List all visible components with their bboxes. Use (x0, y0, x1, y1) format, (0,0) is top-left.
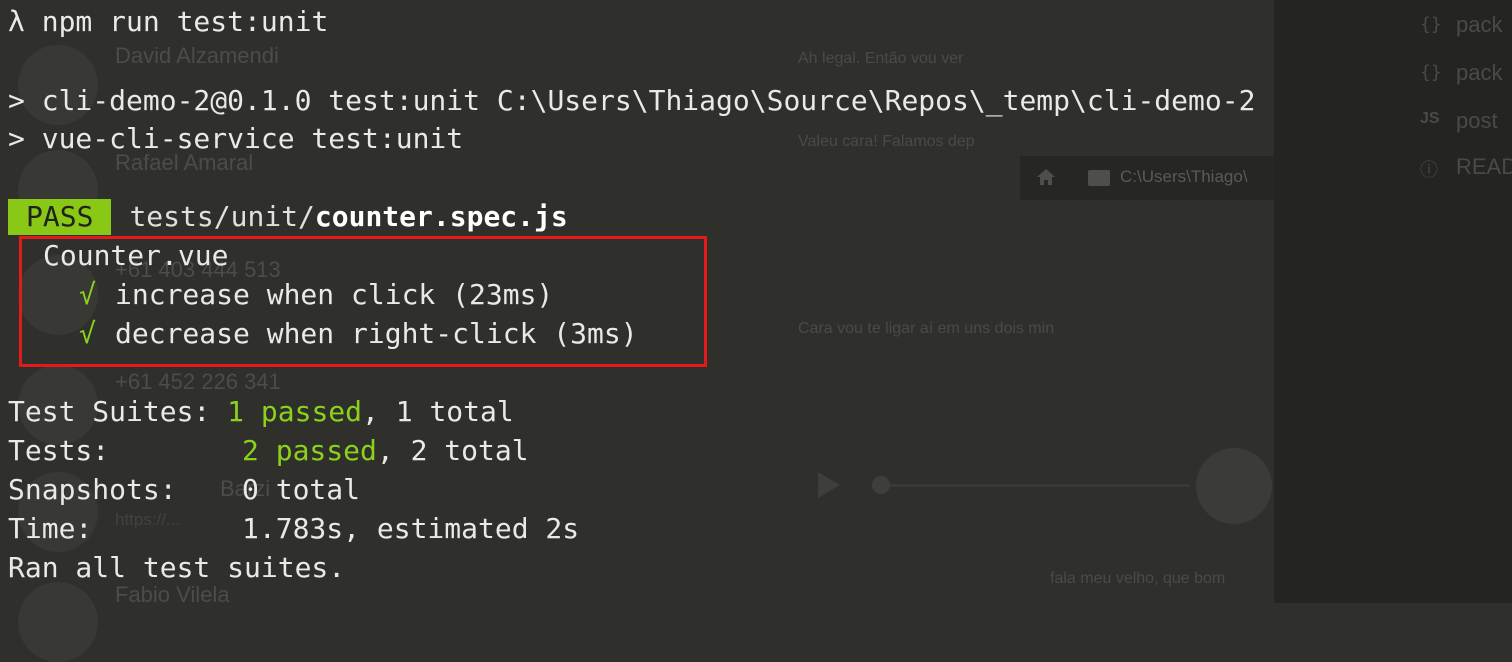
summary-label: Tests: (8, 434, 110, 467)
summary-values: 2 passed, 2 total (242, 433, 529, 469)
prompt-lambda-icon: λ (8, 5, 25, 38)
command-line: λ npm run test:unit (8, 4, 328, 40)
summary-passed: 1 passed (227, 395, 363, 428)
summary-passed: 2 passed (242, 434, 377, 467)
summary-label: Time: (8, 512, 93, 545)
summary-tests: Tests: 2 passed, 2 total (8, 433, 529, 469)
summary-label: Test Suites: (8, 395, 211, 428)
summary-footer: Ran all test suites. (8, 551, 346, 584)
summary-test-suites: Test Suites: 1 passed, 1 total (8, 394, 514, 430)
summary-total: , 1 total (362, 395, 514, 428)
summary-snapshots: Snapshots: 0 total (8, 472, 360, 508)
highlight-annotation-box (19, 236, 707, 367)
summary-total: , 2 total (376, 434, 529, 467)
terminal-output[interactable]: λ npm run test:unit > cli-demo-2@0.1.0 t… (0, 0, 1512, 603)
pass-badge: PASS (8, 199, 112, 235)
summary-value: 0 total (242, 473, 361, 506)
test-file-dir: tests/unit/ (129, 200, 315, 233)
test-file-name: counter.spec.js (314, 200, 568, 233)
script-line: > cli-demo-2@0.1.0 test:unit C:\Users\Th… (8, 84, 1256, 117)
test-file-result: PASS tests/unit/counter.spec.js (8, 199, 568, 235)
summary-value: 1.783s, estimated 2s (242, 512, 580, 545)
command-text: npm run test:unit (41, 5, 329, 38)
summary-label: Snapshots: (8, 473, 177, 506)
summary-time: Time: 1.783s, estimated 2s (8, 511, 579, 547)
script-line: > vue-cli-service test:unit (8, 122, 464, 155)
